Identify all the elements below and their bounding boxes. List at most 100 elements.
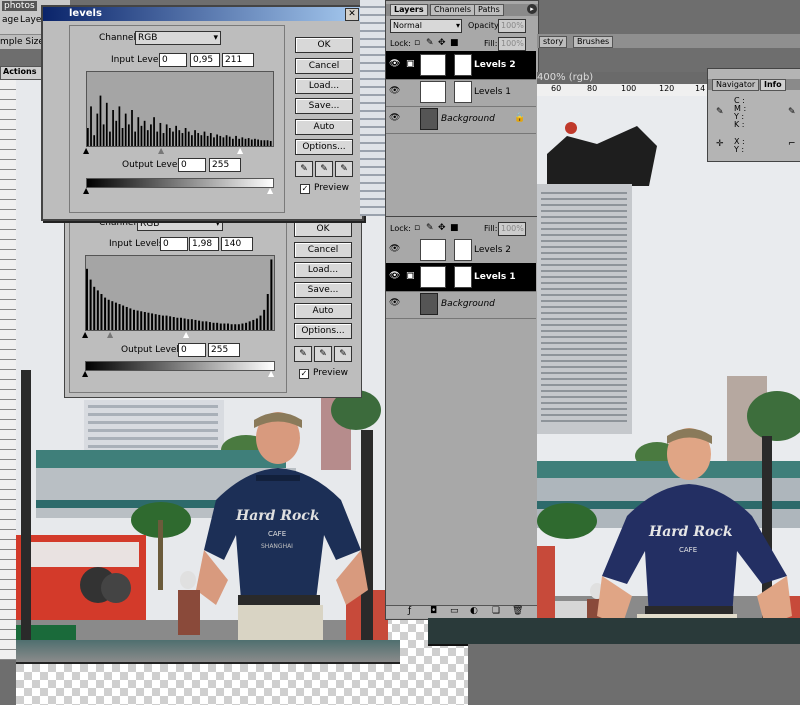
tab-history[interactable]: story — [539, 36, 568, 48]
levels-output-black[interactable]: 0 — [178, 158, 206, 172]
histogram-bar — [131, 110, 133, 146]
output-white-slider-icon[interactable]: ▲ — [267, 186, 273, 195]
layer-row-levels2[interactable]: 👁 ▣ Levels 2 — [386, 51, 536, 80]
levels-back-input-slider[interactable]: ▲ ▲ ▲ — [82, 330, 273, 339]
levels-back-auto-button[interactable]: Auto — [294, 303, 352, 319]
black-eyedropper-icon[interactable]: ✎ — [294, 346, 312, 362]
levels-back-input-black[interactable]: 0 — [160, 237, 188, 251]
trash-icon[interactable]: 🗑 — [512, 606, 523, 616]
tower-window-row — [541, 300, 627, 302]
levels-cancel-button[interactable]: Cancel — [295, 58, 353, 74]
gamma-slider-icon[interactable]: ▲ — [158, 146, 164, 155]
tab-paths[interactable]: Paths — [474, 4, 504, 16]
lock-all-icon[interactable]: ■ — [450, 223, 459, 233]
eye-icon[interactable]: 👁 — [389, 244, 400, 254]
black-eyedropper-icon[interactable]: ✎ — [295, 161, 313, 177]
palette-menu-icon[interactable]: ▸ — [527, 4, 537, 14]
histogram-bar — [115, 120, 118, 146]
levels-back-options-button[interactable]: Options... — [294, 323, 352, 339]
levels-back-output-white[interactable]: 255 — [208, 343, 240, 357]
eye-icon[interactable]: 👁 — [389, 113, 400, 123]
lock-paint-icon[interactable]: ✎ — [426, 223, 434, 233]
gamma-slider-icon[interactable]: ▲ — [107, 330, 113, 339]
lock-paint-icon[interactable]: ✎ — [426, 38, 434, 48]
histogram-bar — [165, 315, 168, 330]
close-icon[interactable]: ✕ — [345, 8, 359, 21]
new-set-icon[interactable]: ▭ — [450, 606, 459, 616]
levels-output-slider[interactable]: ▲ ▲ — [83, 186, 273, 195]
histogram-bar — [165, 124, 168, 146]
tab-info[interactable]: Info — [760, 79, 786, 91]
levels-back-input-gamma[interactable]: 1,98 — [189, 237, 219, 251]
levels-back-output-slider[interactable]: ▲ ▲ — [82, 369, 274, 378]
levels-back-preview-checkbox[interactable]: ✓ — [299, 369, 309, 379]
tower-window-row — [541, 258, 627, 260]
histogram-bar — [219, 135, 222, 146]
eye-icon[interactable]: 👁 — [389, 59, 400, 69]
lock-transparency-icon[interactable]: ▫ — [414, 38, 420, 48]
eye-icon[interactable]: 👁 — [389, 298, 400, 308]
white-eyedropper-icon[interactable]: ✎ — [334, 346, 352, 362]
levels-back-save-button[interactable]: Save... — [294, 282, 352, 298]
menu-image[interactable]: age — [2, 15, 19, 25]
black-point-slider-icon[interactable]: ▲ — [82, 330, 88, 339]
tower-window-row — [541, 384, 627, 386]
white-eyedropper-icon[interactable]: ✎ — [335, 161, 353, 177]
new-layer-icon[interactable]: ❏ — [492, 606, 500, 616]
gray-eyedropper-icon[interactable]: ✎ — [315, 161, 333, 177]
layer-row-background[interactable]: 👁 Background 🔒 — [386, 105, 536, 134]
levels-back-cancel-button[interactable]: Cancel — [294, 242, 352, 258]
layer-row-levels2-b[interactable]: 👁 Levels 2 — [386, 236, 536, 265]
levels-back-output-black[interactable]: 0 — [178, 343, 206, 357]
levels-channel-select[interactable]: RGB ▾ — [135, 31, 221, 45]
levels-auto-button[interactable]: Auto — [295, 119, 353, 135]
tab-layers[interactable]: Layers — [390, 4, 428, 16]
levels-load-button[interactable]: Load... — [295, 78, 353, 94]
add-mask-icon[interactable]: ◘ — [430, 606, 437, 616]
gray-eyedropper-icon[interactable]: ✎ — [314, 346, 332, 362]
levels-input-black[interactable]: 0 — [159, 53, 187, 67]
tower-window-row — [541, 396, 627, 398]
lock-move-icon[interactable]: ✥ — [438, 38, 446, 48]
eye-icon[interactable]: 👁 — [389, 271, 400, 281]
right-document-photo[interactable]: Hard Rock CAFE — [537, 96, 800, 644]
layer-row-levels1[interactable]: 👁 Levels 1 — [386, 78, 536, 107]
layer-style-icon[interactable]: ƒ — [408, 606, 411, 616]
tab-channels[interactable]: Channels — [430, 4, 476, 16]
lock-move-icon[interactable]: ✥ — [438, 223, 446, 233]
levels-back-input-white[interactable]: 140 — [221, 237, 253, 251]
levels-titlebar[interactable]: levels ✕ — [43, 7, 362, 21]
eye-icon[interactable]: 👁 — [389, 86, 400, 96]
black-point-slider-icon[interactable]: ▲ — [83, 146, 89, 155]
levels-input-gamma[interactable]: 0,95 — [190, 53, 220, 67]
output-black-slider-icon[interactable]: ▲ — [82, 369, 88, 378]
histogram-bar — [200, 135, 203, 146]
levels-histogram-svg — [87, 95, 272, 146]
actions-tab[interactable]: Actions — [0, 66, 42, 80]
layer-row-background-b[interactable]: 👁 Background — [386, 290, 536, 319]
new-adjustment-icon[interactable]: ◐ — [470, 606, 478, 616]
output-white-slider-icon[interactable]: ▲ — [268, 369, 274, 378]
histogram-bar — [232, 138, 234, 146]
lock-transparency-icon[interactable]: ▫ — [414, 223, 420, 233]
white-point-slider-icon[interactable]: ▲ — [237, 146, 243, 155]
tab-navigator[interactable]: Navigator — [712, 79, 760, 91]
levels-output-white[interactable]: 255 — [209, 158, 241, 172]
levels-preview-checkbox[interactable]: ✓ — [300, 184, 310, 194]
output-black-slider-icon[interactable]: ▲ — [83, 186, 89, 195]
blend-mode-select[interactable]: Normal ▾ — [390, 19, 462, 33]
levels-input-white[interactable]: 211 — [222, 53, 254, 67]
opacity-field[interactable]: 100% — [498, 19, 526, 33]
levels-back-load-button[interactable]: Load... — [294, 262, 352, 278]
levels-input-slider[interactable]: ▲ ▲ ▲ — [83, 146, 272, 155]
layer-row-levels1-b[interactable]: 👁 ▣ Levels 1 — [386, 263, 536, 292]
white-point-slider-icon[interactable]: ▲ — [183, 330, 189, 339]
fill-field[interactable]: 100% — [498, 37, 526, 51]
tab-brushes[interactable]: Brushes — [573, 36, 614, 48]
levels-ok-button[interactable]: OK — [295, 37, 353, 53]
levels-save-button[interactable]: Save... — [295, 98, 353, 114]
levels-back-ok-button[interactable]: OK — [294, 221, 352, 237]
levels-options-button[interactable]: Options... — [295, 139, 353, 155]
fill-field-2[interactable]: 100% — [498, 222, 526, 236]
lock-all-icon[interactable]: ■ — [450, 38, 459, 48]
